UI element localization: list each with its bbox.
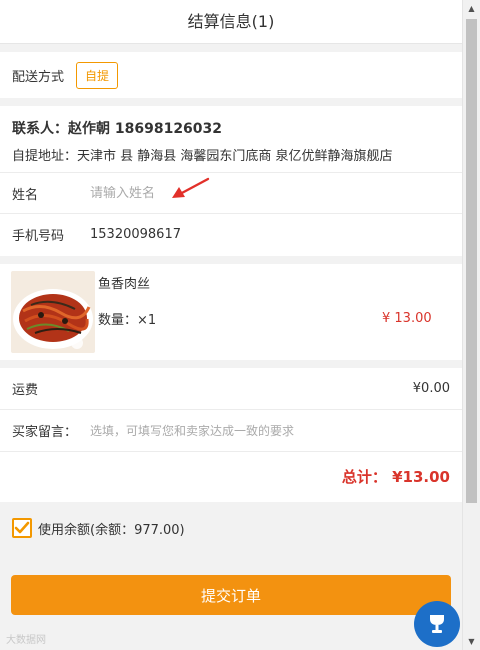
- trophy-icon: [430, 615, 444, 633]
- watermark: 大数据网: [6, 635, 46, 646]
- vertical-scrollbar[interactable]: ▲ ▼: [462, 0, 480, 650]
- delivery-option-pickup[interactable]: 自提: [76, 61, 119, 89]
- checkout-page: 结算信息(1) 配送方式 自提 联系人：赵作朝 18698126032 自提地址…: [0, 0, 462, 650]
- shipping-value: ¥0.00: [412, 381, 450, 396]
- submit-order-button[interactable]: 提交订单: [11, 575, 451, 615]
- name-label: 姓名: [12, 187, 39, 203]
- balance-checkbox[interactable]: [12, 518, 32, 538]
- contact-line: 联系人：赵作朝 18698126032: [12, 121, 223, 137]
- annotation-arrow-icon: [172, 177, 210, 198]
- delivery-label: 配送方式: [12, 69, 65, 85]
- scroll-up-icon[interactable]: ▲: [463, 0, 480, 17]
- contact-section: 联系人：赵作朝 18698126032 自提地址： 天津市 县 静海县 海馨园东…: [0, 106, 462, 256]
- shipping-label: 运费: [12, 383, 39, 398]
- product-name: 鱼香肉丝: [98, 276, 151, 292]
- pickup-address-label: 自提地址：: [12, 148, 78, 164]
- scrollbar-thumb[interactable]: [466, 19, 477, 503]
- scroll-down-icon[interactable]: ▼: [463, 633, 480, 650]
- divider: [0, 451, 462, 452]
- phone-label: 手机号码: [12, 228, 65, 244]
- balance-label: 使用余额(余额：977.00): [38, 522, 185, 538]
- delivery-section: 配送方式 自提: [0, 52, 462, 98]
- floating-action-button[interactable]: [414, 601, 460, 647]
- product-quantity: 数量：×1: [98, 312, 157, 328]
- page-title: 结算信息(1): [0, 0, 462, 44]
- product-price: ¥ 13.00: [382, 310, 432, 326]
- summary-section: 运费 ¥0.00 买家留言： 总计： ¥13.00: [0, 368, 462, 502]
- message-label: 买家留言：: [12, 425, 78, 440]
- use-balance-row[interactable]: 使用余额(余额：977.00): [0, 513, 462, 543]
- pickup-address: 天津市 县 静海县 海馨园东门底商 泉亿优鲜静海旗舰店: [77, 148, 393, 164]
- message-input[interactable]: [90, 423, 390, 438]
- order-total: 总计： ¥13.00: [341, 467, 450, 486]
- checkmark-icon: [14, 521, 30, 534]
- phone-value[interactable]: 15320098617: [90, 227, 181, 242]
- product-image[interactable]: [11, 271, 95, 353]
